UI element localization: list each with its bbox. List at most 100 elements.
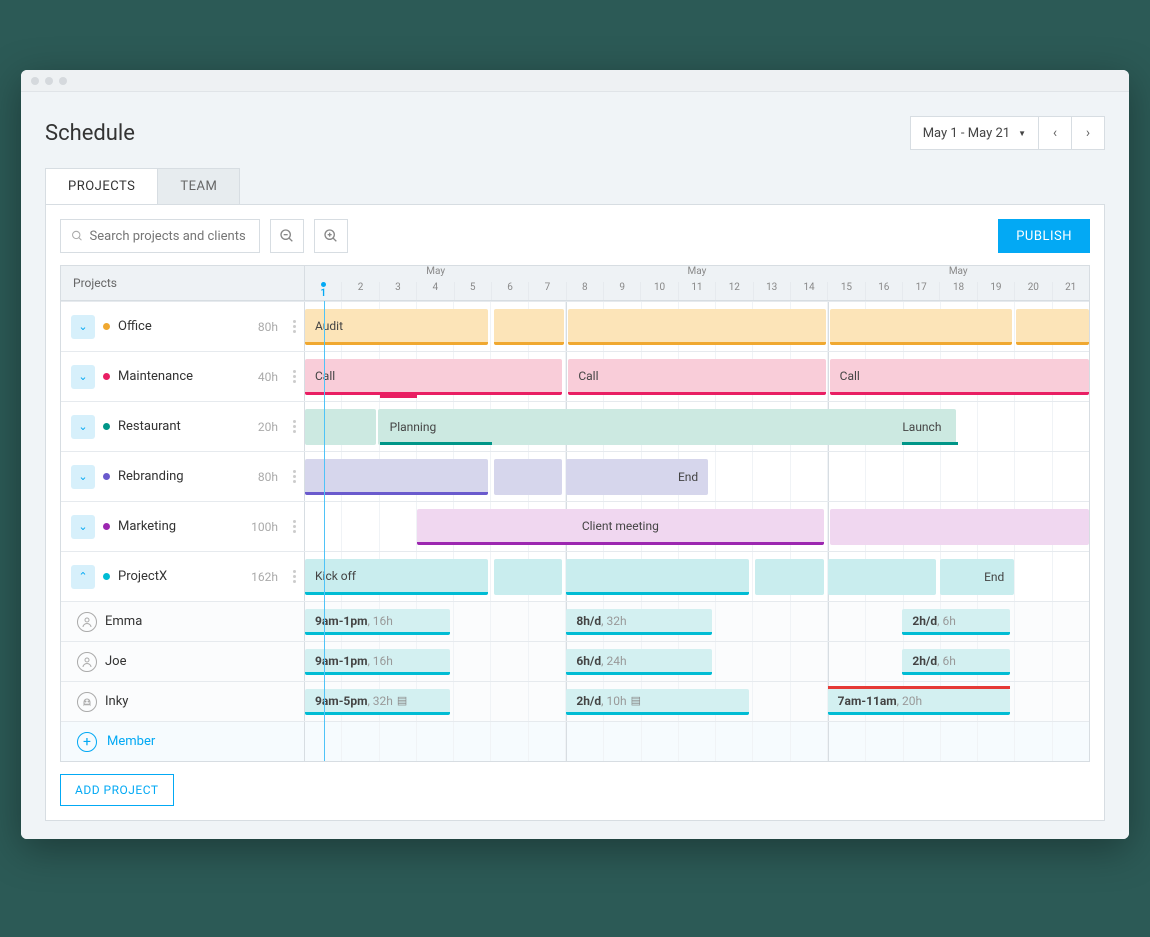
shift-hours: , 20h (897, 694, 922, 708)
bar-office[interactable] (830, 309, 1013, 345)
day-header: 10 (641, 282, 678, 300)
bar-office[interactable] (568, 309, 825, 345)
bar-underline (380, 442, 492, 445)
project-menu[interactable] (293, 570, 296, 583)
day-header: 6 (492, 282, 529, 300)
assignment-bar[interactable]: 7am-11am, 20h (828, 689, 1011, 715)
window-dot (31, 77, 39, 85)
zoom-out-icon (279, 228, 295, 244)
prev-button[interactable]: ‹ (1038, 116, 1072, 150)
chevron-down-icon: ⌄ (78, 320, 87, 333)
bar-rest[interactable] (305, 409, 376, 445)
bar-marketing[interactable] (830, 509, 1089, 545)
project-color-dot (103, 423, 110, 430)
project-menu[interactable] (293, 420, 296, 433)
project-name: Marketing (118, 519, 176, 534)
expand-toggle[interactable]: ⌄ (71, 515, 95, 539)
member-name: Inky (105, 694, 128, 709)
titlebar (21, 70, 1129, 92)
date-range-label: May 1 - May 21 (923, 126, 1010, 141)
date-range-picker[interactable]: May 1 - May 21 ▼ (910, 116, 1039, 150)
bar-label: Call (578, 369, 598, 383)
shift-time: 2h/d (912, 614, 937, 628)
day-header: 9 (604, 282, 641, 300)
bar-rebrand[interactable] (305, 459, 488, 495)
bar-office-audit[interactable]: Audit (305, 309, 488, 345)
collapse-toggle[interactable]: ⌃ (71, 565, 95, 589)
tab-team[interactable]: TEAM (157, 168, 240, 204)
publish-button[interactable]: PUBLISH (998, 219, 1090, 253)
bar-px[interactable] (494, 559, 563, 595)
assignment-bar[interactable]: 9am-1pm, 16h (305, 609, 450, 635)
bar-segment (380, 359, 417, 398)
chevron-down-icon: ⌄ (78, 520, 87, 533)
bar-office[interactable] (494, 309, 565, 345)
caret-down-icon: ▼ (1018, 129, 1026, 138)
bar-rest[interactable]: Planning (378, 409, 957, 445)
chevron-up-icon: ⌃ (78, 570, 87, 583)
project-menu[interactable] (293, 320, 296, 333)
bar-px[interactable] (828, 559, 936, 595)
bar-rebrand[interactable] (494, 459, 563, 495)
assignment-bar[interactable]: 9am-1pm, 16h (305, 649, 450, 675)
day-header: 20 (1015, 282, 1052, 300)
expand-toggle[interactable]: ⌄ (71, 365, 95, 389)
bar-px-kickoff[interactable]: Kick off (305, 559, 488, 595)
search-input-wrapper[interactable] (60, 219, 260, 253)
project-color-dot (103, 573, 110, 580)
member-name: Joe (105, 654, 126, 669)
member-name: Emma (105, 614, 142, 629)
milestone-launch[interactable]: Launch (902, 409, 977, 445)
bar-maint-call[interactable]: Call (305, 359, 562, 395)
bar-px[interactable] (755, 559, 824, 595)
header-projects-label: Projects (61, 266, 305, 300)
day-header: 8 (567, 282, 604, 300)
project-hours: 100h (251, 520, 278, 534)
bar-office[interactable] (1016, 309, 1089, 345)
shift-time: 2h/d (576, 694, 601, 708)
expand-toggle[interactable]: ⌄ (71, 465, 95, 489)
search-input[interactable] (90, 229, 249, 244)
day-header: 11 (679, 282, 716, 300)
day-header: 14 (791, 282, 828, 300)
schedule-grid: Projects MayMayMay 123456789101112131415… (60, 265, 1090, 762)
add-project-button[interactable]: ADD PROJECT (60, 774, 174, 806)
assignment-bar[interactable]: 2h/d, 6h (902, 609, 1010, 635)
zoom-out-button[interactable] (270, 219, 304, 253)
project-menu[interactable] (293, 470, 296, 483)
bar-marketing[interactable]: Client meeting (417, 509, 824, 545)
bar-maint-call[interactable]: Call (568, 359, 825, 395)
bar-rebrand-end[interactable]: End (566, 459, 708, 495)
bar-label: Planning (390, 420, 437, 434)
expand-toggle[interactable]: ⌄ (71, 315, 95, 339)
project-hours: 20h (258, 420, 278, 434)
assignment-bar[interactable]: 6h/d, 24h (566, 649, 711, 675)
shift-time: 9am-1pm (315, 654, 367, 668)
assignment-bar[interactable]: 2h/d, 10h▤ (566, 689, 749, 715)
project-hours: 80h (258, 470, 278, 484)
zoom-in-icon (323, 228, 339, 244)
assignment-bar[interactable]: 8h/d, 32h (566, 609, 711, 635)
expand-toggle[interactable]: ⌄ (71, 415, 95, 439)
day-header: 4 (417, 282, 454, 300)
window-dot (45, 77, 53, 85)
project-color-dot (103, 323, 110, 330)
zoom-in-button[interactable] (314, 219, 348, 253)
day-header: 19 (978, 282, 1015, 300)
tab-projects[interactable]: PROJECTS (45, 168, 158, 204)
bar-maint-call[interactable]: Call (830, 359, 1089, 395)
bar-px[interactable] (566, 559, 749, 595)
note-icon: ▤ (397, 694, 407, 707)
day-header: 21 (1053, 282, 1089, 300)
project-menu[interactable] (293, 520, 296, 533)
add-member-button[interactable]: + Member (71, 732, 155, 752)
chevron-down-icon: ⌄ (78, 470, 87, 483)
assignment-bar[interactable]: 2h/d, 6h (902, 649, 1010, 675)
shift-hours: , 16h (367, 614, 392, 628)
assignment-bar[interactable]: 9am-5pm, 32h▤ (305, 689, 450, 715)
bar-px-end[interactable]: End (940, 559, 1015, 595)
next-button[interactable]: › (1071, 116, 1105, 150)
project-menu[interactable] (293, 370, 296, 383)
day-header: 18 (940, 282, 977, 300)
add-member-label: Member (107, 734, 155, 749)
